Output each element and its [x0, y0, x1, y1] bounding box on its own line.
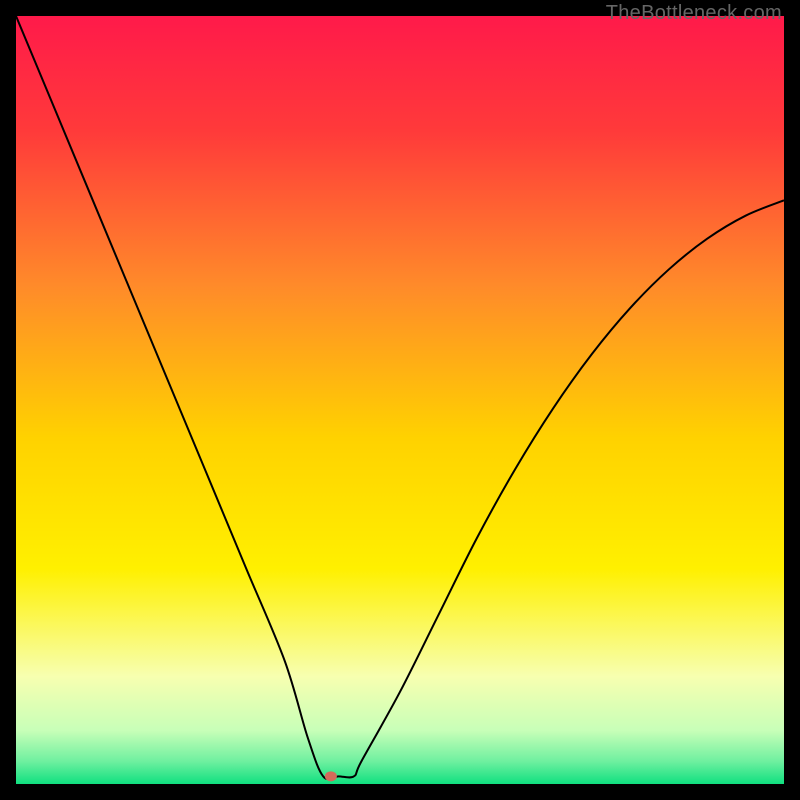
curve-layer	[16, 16, 784, 784]
watermark-text: TheBottleneck.com	[606, 2, 782, 25]
minimum-marker	[325, 771, 337, 781]
bottleneck-curve	[16, 16, 784, 779]
plot-area	[16, 16, 784, 784]
chart-container: TheBottleneck.com	[0, 0, 800, 800]
